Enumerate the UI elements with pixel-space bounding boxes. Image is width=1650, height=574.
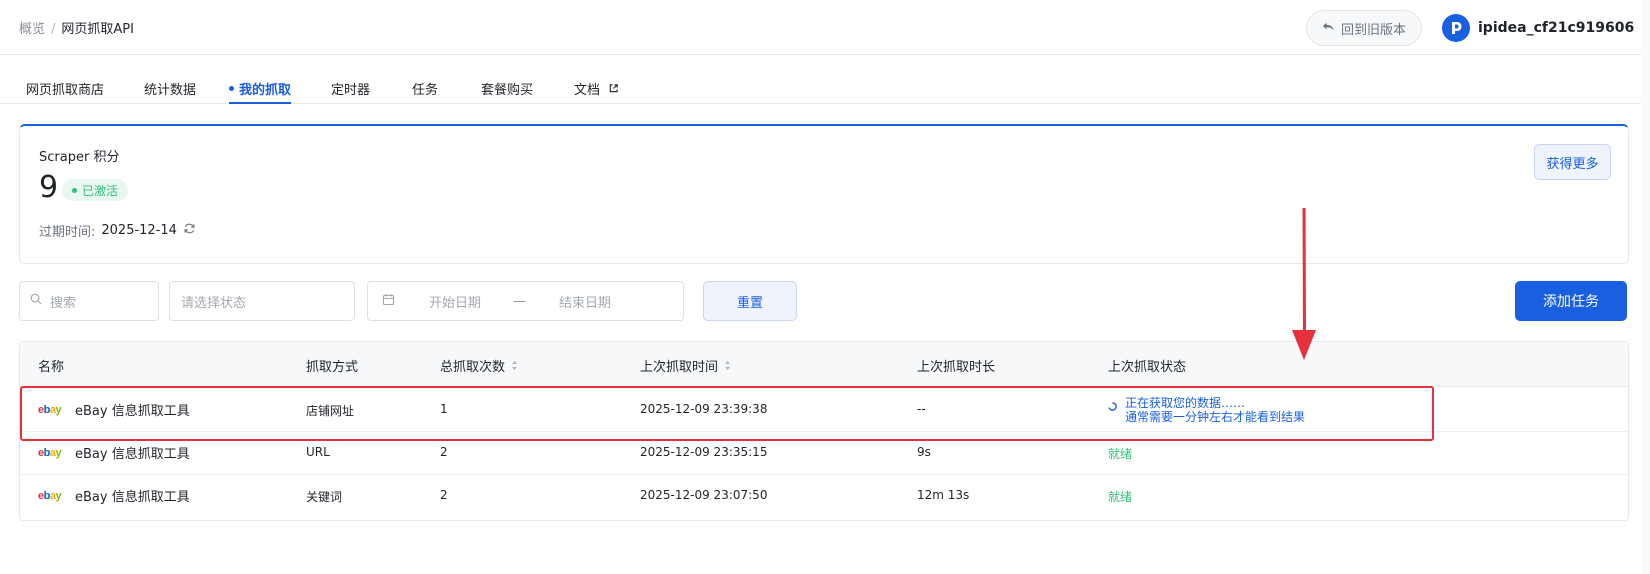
- card-title: Scraper 积分: [39, 150, 120, 165]
- date-separator: —: [513, 293, 527, 309]
- status-select[interactable]: 请选择状态: [169, 281, 355, 321]
- expire-info: 过期时间: 2025-12-14: [39, 221, 196, 240]
- user-menu[interactable]: ipidea_cf21c919606: [1442, 13, 1650, 43]
- status-dot-icon: [72, 187, 77, 193]
- scraper-points-card: Scraper 积分 9 已激活 过期时间: 2025-12-14 获得更多: [19, 124, 1629, 264]
- status-cell: 就绪: [1108, 447, 1133, 461]
- points-value: 9: [39, 170, 59, 205]
- undo-arrow-icon: [1322, 20, 1335, 37]
- tab-plan-purchase[interactable]: 套餐购买: [481, 79, 533, 104]
- scrollbar[interactable]: [1641, 0, 1650, 574]
- brand-logo-icon: [1452, 22, 1462, 34]
- sort-icon: [511, 360, 518, 371]
- column-header-name: 名称: [38, 360, 65, 375]
- column-header-method: 抓取方式: [306, 360, 359, 375]
- status-badge: 已激活: [62, 179, 129, 201]
- last-time-cell: 2025-12-09 23:35:15: [640, 445, 768, 459]
- search-placeholder: 搜索: [50, 295, 77, 311]
- external-link-icon: [608, 83, 619, 98]
- method-cell: 关键词: [306, 490, 343, 504]
- scraper-name: eBay 信息抓取工具: [75, 490, 190, 505]
- highlight-box: [20, 386, 1434, 441]
- search-input[interactable]: 搜索: [19, 281, 159, 321]
- refresh-icon[interactable]: [183, 222, 196, 239]
- avatar: [1442, 14, 1470, 42]
- tab-bar: 网页抓取商店 统计数据 我的抓取 定时器 任务 套餐购买 文档: [0, 74, 1650, 104]
- ebay-logo-icon: ebay: [38, 489, 62, 502]
- duration-cell: 12m 13s: [917, 488, 970, 502]
- end-date-placeholder: 结束日期: [559, 295, 612, 311]
- breadcrumb-current: 网页抓取API: [61, 22, 134, 37]
- top-bar: 概览 / 网页抓取API 回到旧版本 ipidea_cf21c919606: [0, 0, 1650, 55]
- calendar-icon: [382, 293, 395, 310]
- add-task-button[interactable]: 添加任务: [1515, 281, 1627, 321]
- column-header-status: 上次抓取状态: [1108, 360, 1187, 375]
- column-header-duration: 上次抓取时长: [917, 360, 996, 375]
- active-dot-icon: [229, 86, 234, 91]
- status-placeholder: 请选择状态: [181, 295, 247, 311]
- old-version-button[interactable]: 回到旧版本: [1306, 10, 1422, 46]
- sort-icon: [724, 360, 731, 371]
- column-header-last-time[interactable]: 上次抓取时间: [640, 356, 731, 375]
- method-cell: URL: [306, 445, 330, 459]
- column-header-last-time-label: 上次抓取时间: [640, 360, 719, 375]
- count-cell: 2: [440, 488, 448, 502]
- column-header-count[interactable]: 总抓取次数: [440, 356, 518, 375]
- tab-statistics[interactable]: 统计数据: [144, 79, 196, 104]
- name-cell: ebay eBay 信息抓取工具: [38, 443, 190, 463]
- start-date-placeholder: 开始日期: [429, 295, 482, 311]
- table-header: 名称 抓取方式 总抓取次数 上次抓取时间 上次抓取时长 上次抓取状态: [20, 342, 1628, 387]
- status-cell: 就绪: [1108, 490, 1133, 504]
- tab-docs[interactable]: 文档: [574, 79, 619, 104]
- duration-cell: 9s: [917, 445, 931, 459]
- tab-tasks[interactable]: 任务: [412, 79, 438, 104]
- last-time-cell: 2025-12-09 23:07:50: [640, 488, 768, 502]
- annotation-arrow-icon: [1292, 208, 1316, 360]
- tab-scheduler[interactable]: 定时器: [331, 79, 370, 104]
- tab-my-scrapers[interactable]: 我的抓取: [229, 79, 292, 104]
- search-icon: [30, 293, 42, 309]
- breadcrumb: 概览 / 网页抓取API: [19, 18, 134, 37]
- reset-button[interactable]: 重置: [703, 281, 797, 321]
- status-badge-label: 已激活: [82, 183, 119, 198]
- name-cell: ebay eBay 信息抓取工具: [38, 486, 190, 506]
- count-cell: 2: [440, 445, 448, 459]
- old-version-label: 回到旧版本: [1340, 22, 1406, 38]
- expire-label: 过期时间:: [39, 225, 96, 240]
- tab-scraper-store[interactable]: 网页抓取商店: [26, 79, 104, 104]
- breadcrumb-root[interactable]: 概览: [19, 22, 45, 37]
- breadcrumb-separator: /: [51, 22, 56, 37]
- expire-date: 2025-12-14: [101, 223, 177, 238]
- tab-docs-label: 文档: [574, 83, 601, 98]
- ebay-logo-icon: ebay: [38, 446, 62, 459]
- tab-my-scrapers-label: 我的抓取: [239, 83, 292, 98]
- column-header-count-label: 总抓取次数: [440, 360, 506, 375]
- table-row[interactable]: ebay eBay 信息抓取工具 关键词 2 2025-12-09 23:07:…: [20, 473, 1628, 518]
- date-range-picker[interactable]: 开始日期 — 结束日期: [367, 281, 684, 321]
- username: ipidea_cf21c919606: [1478, 20, 1635, 36]
- get-more-button[interactable]: 获得更多: [1534, 144, 1611, 180]
- scraper-name: eBay 信息抓取工具: [75, 447, 190, 462]
